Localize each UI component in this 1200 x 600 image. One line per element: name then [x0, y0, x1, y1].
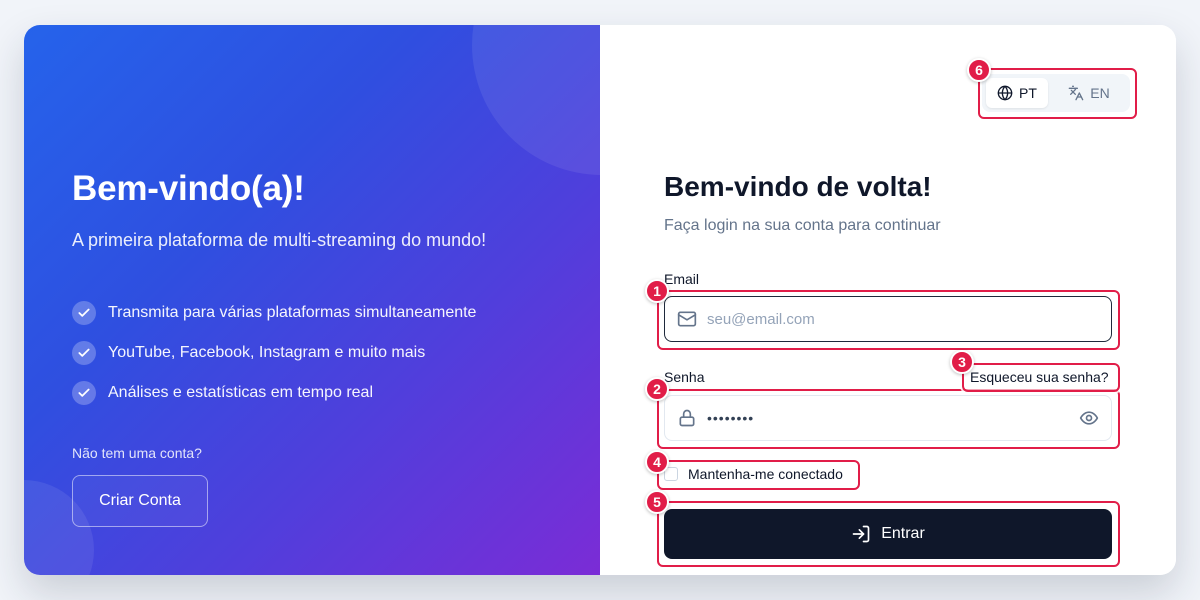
decorative-circle: [472, 25, 600, 175]
feature-item: Transmita para várias plataformas simult…: [72, 301, 476, 325]
login-button[interactable]: Entrar: [664, 509, 1112, 559]
password-label: Senha: [664, 369, 705, 385]
feature-item: Análises e estatísticas em tempo real: [72, 381, 476, 405]
annotation-badge: 1: [645, 279, 669, 303]
check-icon: [72, 341, 96, 365]
translate-icon: [1068, 85, 1084, 101]
password-field: ••••••••: [664, 395, 1112, 441]
feature-text: Transmita para várias plataformas simult…: [108, 304, 477, 321]
lang-pt-button[interactable]: PT: [986, 78, 1048, 108]
language-switcher: PT EN: [982, 74, 1130, 112]
check-icon: [72, 381, 96, 405]
login-button-label: Entrar: [881, 525, 925, 542]
login-title: Bem-vindo de volta!: [664, 171, 932, 202]
remember-label: Mantenha-me conectado: [688, 466, 843, 482]
lang-pt-label: PT: [1019, 85, 1037, 101]
annotation-badge: 4: [645, 450, 669, 474]
login-panel: PT EN Bem-vindo de volta! Faça login na …: [600, 25, 1176, 575]
log-in-icon: [851, 524, 871, 544]
login-card: Bem-vindo(a)! A primeira plataforma de m…: [24, 25, 1176, 575]
feature-text: YouTube, Facebook, Instagram e muito mai…: [108, 344, 426, 361]
welcome-panel: Bem-vindo(a)! A primeira plataforma de m…: [24, 25, 600, 575]
login-subtitle: Faça login na sua conta para continuar: [664, 217, 941, 234]
welcome-title: Bem-vindo(a)!: [72, 169, 305, 208]
welcome-subtitle: A primeira plataforma de multi-streaming…: [72, 230, 487, 250]
annotation-badge: 5: [645, 490, 669, 514]
forgot-password-link[interactable]: Esqueceu sua senha?: [970, 369, 1109, 385]
email-input[interactable]: [707, 310, 1099, 328]
email-field: [664, 296, 1112, 342]
annotation-badge: 6: [967, 58, 991, 82]
annotation-badge: 3: [950, 350, 974, 374]
annotation-badge: 2: [645, 377, 669, 401]
no-account-text: Não tem uma conta?: [72, 445, 202, 461]
mail-icon: [677, 309, 697, 329]
eye-icon[interactable]: [1079, 408, 1099, 428]
lock-icon: [677, 408, 697, 428]
password-input[interactable]: ••••••••: [707, 410, 1079, 426]
feature-list: Transmita para várias plataformas simult…: [72, 301, 476, 421]
lang-en-button[interactable]: EN: [1058, 78, 1120, 108]
globe-icon: [997, 85, 1013, 101]
remember-me[interactable]: Mantenha-me conectado: [664, 466, 843, 482]
lang-en-label: EN: [1090, 85, 1110, 101]
email-label: Email: [664, 271, 700, 287]
create-account-button[interactable]: Criar Conta: [72, 475, 208, 527]
feature-item: YouTube, Facebook, Instagram e muito mai…: [72, 341, 476, 365]
feature-text: Análises e estatísticas em tempo real: [108, 384, 374, 401]
check-icon: [72, 301, 96, 325]
